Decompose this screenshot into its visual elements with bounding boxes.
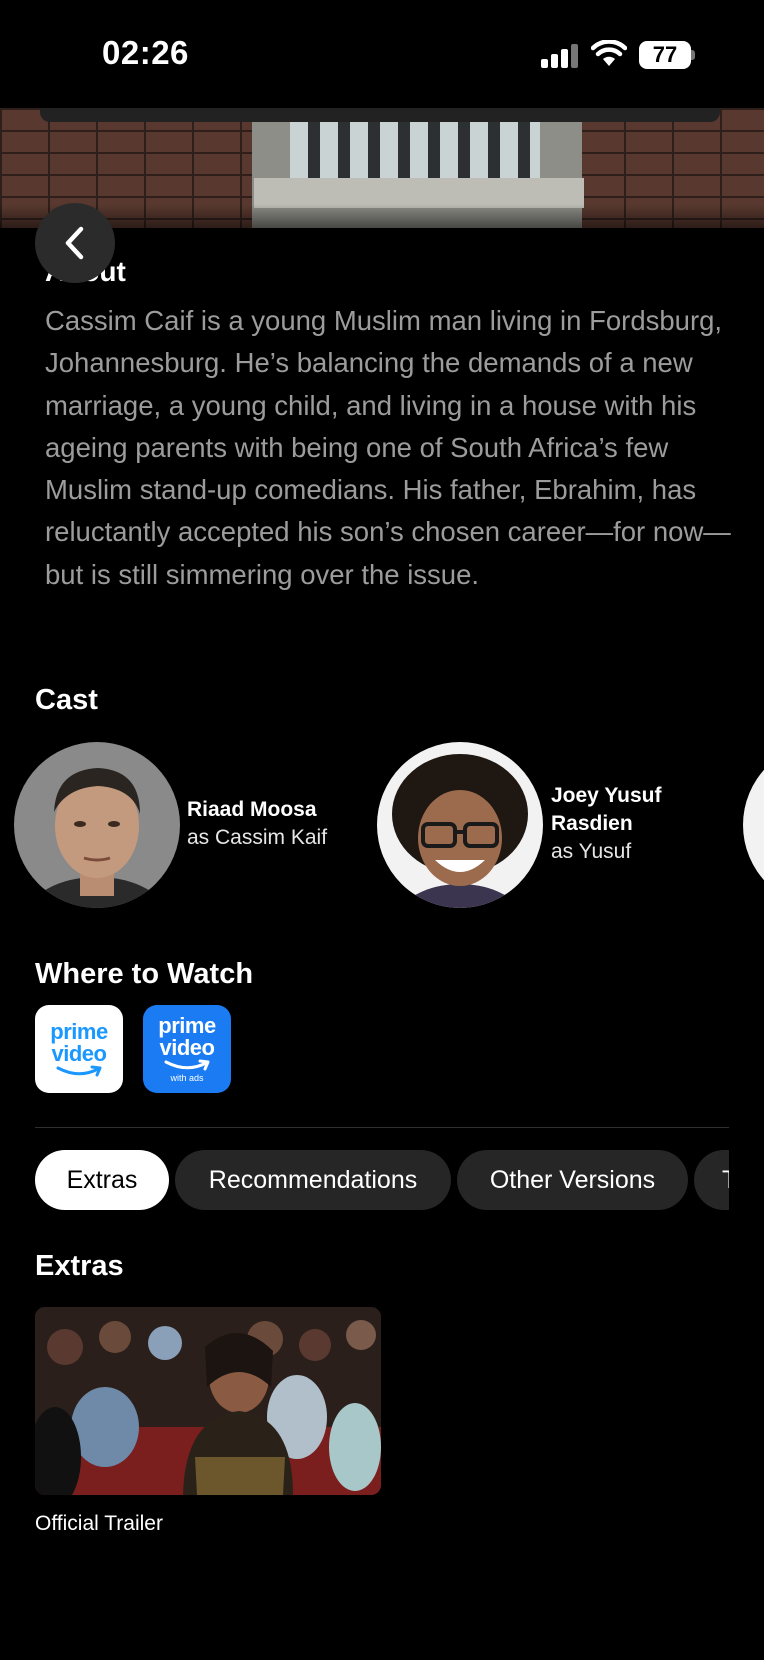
provider-line1: prime	[158, 1013, 216, 1038]
provider-sub: with ads	[170, 1073, 204, 1083]
cast-member[interactable]: Joey Yusuf Rasdien as Yusuf	[377, 740, 737, 910]
back-button[interactable]	[35, 203, 115, 283]
amazon-smile-icon	[164, 1059, 210, 1071]
trailer-label: Official Trailer	[35, 1512, 163, 1535]
tab-extras[interactable]: Extras	[35, 1150, 169, 1210]
divider	[35, 1127, 729, 1128]
provider-line2: video	[159, 1035, 215, 1060]
avatar	[377, 742, 543, 908]
cast-name-line-1: Joey Yusuf	[551, 784, 662, 807]
trailer-thumbnail[interactable]	[35, 1307, 381, 1495]
avatar	[743, 742, 764, 908]
cast-name: Riaad Moosa	[187, 798, 317, 821]
cast-role: as Cassim Kaif	[187, 826, 328, 849]
cast-member[interactable]: Riaad Moosa as Cassim Kaif	[14, 740, 354, 910]
provider-line1: prime	[50, 1019, 108, 1044]
cast-member[interactable]	[743, 740, 764, 910]
status-time: 02:26	[102, 34, 189, 71]
extras-title: Extras	[35, 1250, 124, 1282]
cast-carousel[interactable]: Riaad Moosa as Cassim Kaif Joey Yusuf Ra…	[0, 740, 764, 910]
cellular-signal-icon	[541, 44, 578, 68]
battery-percent: 77	[652, 42, 678, 67]
tab-other-versions[interactable]: Other Versions	[457, 1150, 688, 1210]
battery-icon: 77	[639, 41, 695, 69]
tab-recommendations[interactable]: Recommendations	[175, 1150, 451, 1210]
tab-more[interactable]: T	[694, 1150, 729, 1210]
status-bar: 02:26 77	[0, 0, 764, 108]
cast-role: as Yusuf	[551, 840, 632, 863]
cast-title: Cast	[35, 684, 98, 716]
provider-prime-video-with-ads[interactable]: prime video with ads	[143, 1005, 231, 1093]
where-to-watch-title: Where to Watch	[35, 958, 254, 990]
provider-prime-video[interactable]: prime video	[35, 1005, 123, 1093]
about-description: Cassim Caif is a young Muslim man living…	[45, 305, 731, 590]
wifi-icon	[591, 40, 627, 66]
amazon-smile-icon	[56, 1065, 102, 1077]
segment-tabs[interactable]: Extras Recommendations Other Versions T	[35, 1150, 729, 1210]
provider-line2: video	[51, 1041, 107, 1066]
hero-image	[0, 108, 764, 228]
chevron-left-icon	[65, 226, 84, 260]
avatar	[14, 742, 180, 908]
cast-name-line-2: Rasdien	[551, 812, 633, 835]
